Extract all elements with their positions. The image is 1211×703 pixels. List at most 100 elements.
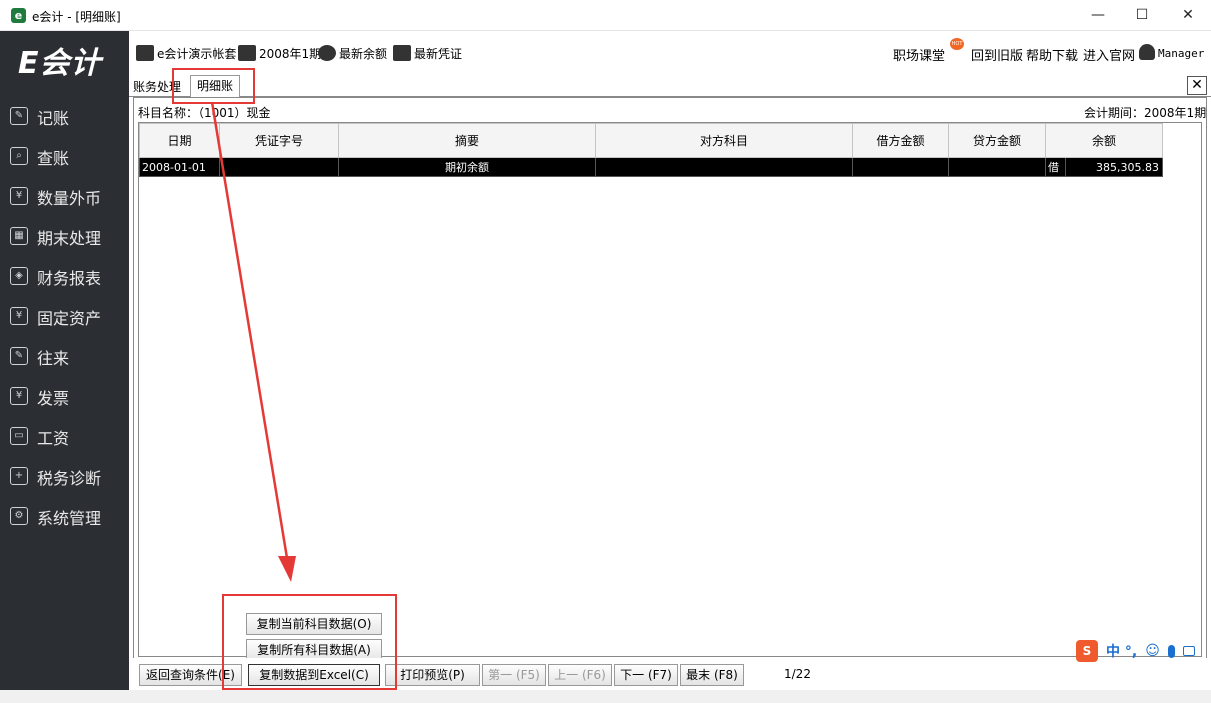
sidebar-item-1[interactable]: ⌕ 查账 (0, 138, 129, 174)
sidebar-item-label: 工资 (37, 429, 70, 448)
cell-credit (948, 157, 1046, 177)
period-value: 2008年1期 (1144, 106, 1207, 120)
sidebar-item-label: 往来 (37, 349, 70, 368)
user-icon (1139, 44, 1155, 60)
ime-mode: 中 °, (1106, 644, 1138, 660)
invoice-icon: ¥ (10, 387, 28, 405)
close-tab-icon[interactable]: ✕ (1187, 76, 1207, 95)
print-preview-button[interactable]: 打印预览(P) (385, 664, 480, 686)
account-value: （1001）现金 (198, 106, 271, 120)
annotation-box-tab (172, 68, 255, 104)
sidebar-item-5[interactable]: ¥ 固定资产 (0, 298, 129, 334)
close-window-button[interactable]: ✕ (1165, 0, 1211, 31)
wallet-edit-icon: ✎ (10, 347, 28, 365)
first-button[interactable]: 第一 (F5) (482, 664, 546, 686)
period-label-text: 会计期间： (1084, 106, 1145, 120)
voucher-icon (393, 45, 411, 61)
title-bar (0, 0, 1211, 31)
latest-voucher-button[interactable]: 最新凭证 (393, 44, 462, 62)
latest-balance-button[interactable]: 最新余额 (318, 44, 387, 62)
status-strip (0, 690, 1211, 703)
sidebar-item-label: 财务报表 (37, 269, 102, 288)
period-label: 2008年1期 (259, 46, 322, 61)
ime-toolbar[interactable]: S 中 °, ☺ (1076, 638, 1211, 664)
help-download-link[interactable]: 帮助下载 (1026, 45, 1078, 64)
latest-voucher-label: 最新凭证 (414, 46, 463, 61)
company-selector[interactable]: e会计演示帐套 (136, 44, 236, 62)
period-selector[interactable]: 2008年1期 (238, 44, 321, 62)
table-row[interactable]: 2008-01-01 期初余额 借 385,305.83 (139, 157, 1163, 177)
career-class-link[interactable]: 职场课堂 (893, 45, 945, 64)
col-voucher[interactable]: 凭证字号 (219, 123, 339, 158)
cell-voucher (219, 157, 339, 177)
sidebar-item-label: 期末处理 (37, 229, 102, 248)
sidebar-item-label: 税务诊断 (37, 469, 102, 488)
sidebar-item-10[interactable]: ⚙ 系统管理 (0, 498, 129, 534)
cell-date: 2008-01-01 (139, 157, 220, 177)
account-label: 科目名称： (138, 106, 199, 120)
sogou-logo: S (1076, 640, 1098, 662)
keyboard-icon[interactable] (1182, 646, 1195, 656)
sidebar-item-2[interactable]: ¥ 数量外币 (0, 178, 129, 214)
sidebar-item-label: 数量外币 (37, 189, 102, 208)
briefcase-icon (136, 45, 154, 61)
calendar-icon (238, 45, 256, 61)
sidebar-item-9[interactable]: + 税务诊断 (0, 458, 129, 494)
sidebar-item-7[interactable]: ¥ 发票 (0, 378, 129, 414)
annotation-box-buttons (222, 594, 397, 690)
wallet-icon: ▭ (10, 427, 28, 445)
window-title: e会计 - [明细账] (32, 10, 121, 24)
sidebar-item-label: 发票 (37, 389, 70, 408)
sidebar-item-label: 固定资产 (37, 309, 102, 328)
latest-balance-label: 最新余额 (339, 46, 388, 61)
prev-button[interactable]: 上一 (F6) (548, 664, 612, 686)
cell-counter (595, 157, 853, 177)
col-summary[interactable]: 摘要 (338, 123, 596, 158)
sidebar-item-6[interactable]: ✎ 往来 (0, 338, 129, 374)
ledger-grid (138, 122, 1202, 657)
sidebar-item-4[interactable]: ◈ 财务报表 (0, 258, 129, 294)
sidebar-item-label: 查账 (37, 149, 70, 168)
cell-direction: 借 (1045, 157, 1066, 177)
sidebar-item-label: 系统管理 (37, 509, 102, 528)
sidebar-item-label: 记账 (37, 109, 70, 128)
hot-badge: HOT (950, 38, 964, 50)
gear-icon: ⚙ (10, 507, 28, 525)
yen-circle-icon: ¥ (10, 187, 28, 205)
sidebar-item-8[interactable]: ▭ 工资 (0, 418, 129, 454)
account-name: 科目名称：（1001）现金 (138, 104, 271, 121)
last-button[interactable]: 最末 (F8) (680, 664, 744, 686)
official-site-link[interactable]: 进入官网 (1083, 45, 1135, 64)
minimize-button[interactable]: — (1075, 0, 1121, 31)
app-logo: E会计 (18, 46, 102, 81)
money-bag-icon (318, 45, 336, 61)
asset-icon: ¥ (10, 307, 28, 325)
col-debit[interactable]: 借方金额 (852, 123, 949, 158)
old-version-link[interactable]: 回到旧版 (971, 45, 1023, 64)
company-label: e会计演示帐套 (157, 46, 237, 61)
microphone-icon[interactable] (1167, 644, 1175, 658)
maximize-button[interactable]: ☐ (1119, 0, 1165, 31)
emoji-icon[interactable]: ☺ (1145, 643, 1160, 659)
search-doc-icon: ⌕ (10, 147, 28, 165)
edit-icon: ✎ (10, 107, 28, 125)
calendar-icon: ▦ (10, 227, 28, 245)
col-counter-account[interactable]: 对方科目 (595, 123, 853, 158)
cube-icon: ◈ (10, 267, 28, 285)
page-indicator: 1/22 (784, 667, 811, 681)
ledger-table: 日期 凭证字号 摘要 对方科目 借方金额 贷方金额 余额 2008-01-01 … (139, 123, 1163, 177)
cell-debit (852, 157, 949, 177)
col-date[interactable]: 日期 (139, 123, 220, 158)
accounting-period: 会计期间：2008年1期 (1084, 104, 1206, 121)
col-credit[interactable]: 贷方金额 (948, 123, 1046, 158)
app-icon: e (11, 8, 26, 23)
sidebar-item-0[interactable]: ✎ 记账 (0, 98, 129, 134)
tax-icon: + (10, 467, 28, 485)
tab-bar (129, 73, 1211, 97)
cell-summary: 期初余额 (338, 157, 596, 177)
cell-balance: 385,305.83 (1065, 157, 1163, 177)
sidebar-item-3[interactable]: ▦ 期末处理 (0, 218, 129, 254)
user-name[interactable]: Manager (1158, 47, 1204, 60)
next-button[interactable]: 下一 (F7) (614, 664, 678, 686)
col-balance[interactable]: 余额 (1045, 123, 1163, 158)
